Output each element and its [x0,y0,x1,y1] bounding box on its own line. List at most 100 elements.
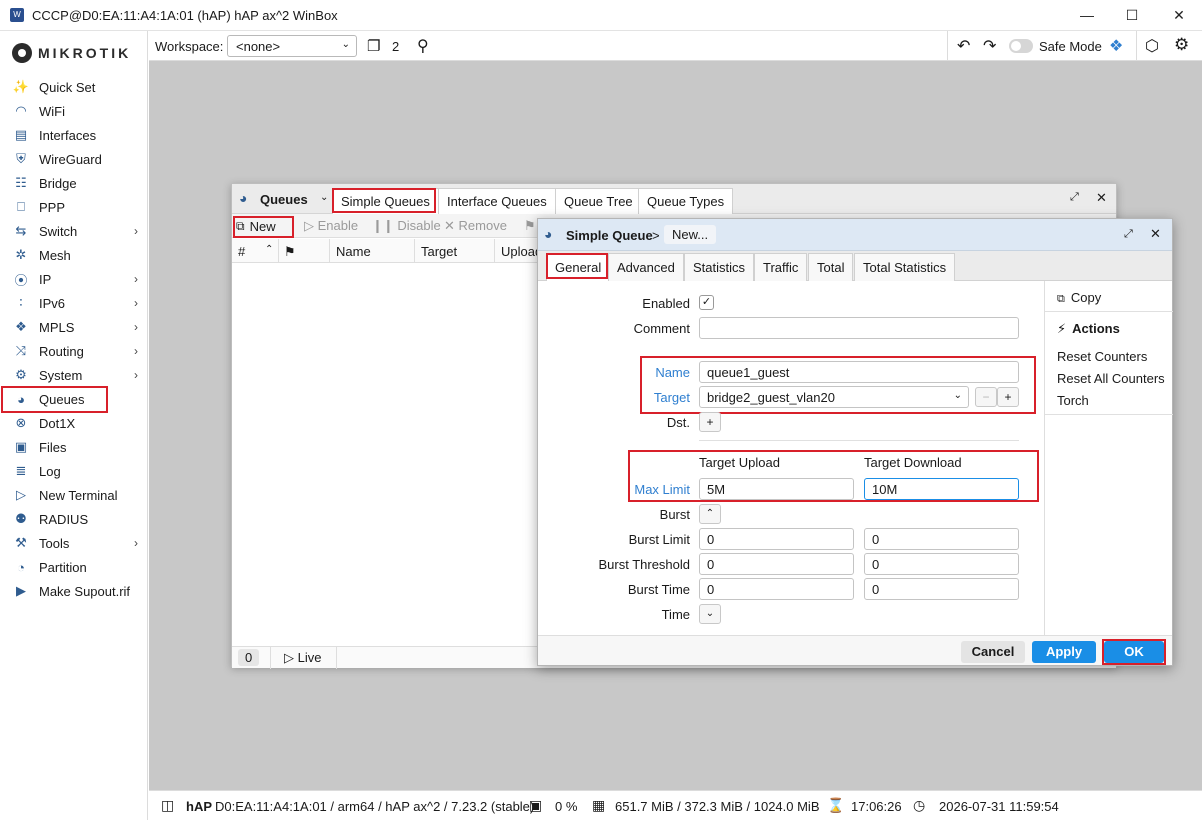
sidebar-item-ipv6[interactable]: ∶ IPv6 › [8,292,146,314]
sidebar-item-make-supout-rif[interactable]: ▶ Make Supout.rif [8,580,146,602]
burst-limit-download-input[interactable]: 0 [864,528,1019,550]
sidebar-item-switch[interactable]: ⇆ Switch › [8,220,146,242]
actions-header-label: Actions [1072,321,1120,336]
window-title: CCCP@D0:EA:11:A4:1A:01 (hAP) hAP ax^2 Wi… [32,8,338,23]
package-icon[interactable]: ⬡ [1145,36,1159,56]
safe-mode-toggle[interactable] [1009,39,1033,53]
burst-collapse-button[interactable]: ⌃ [699,504,721,524]
sidebar-item-ip[interactable]: ⦿ IP › [8,268,146,290]
folder-icon: ▣ [14,439,28,454]
burst-time-upload-input[interactable]: 0 [699,578,854,600]
minimize-button[interactable]: — [1072,5,1102,25]
highlight-name-target [640,356,1036,414]
disable-button[interactable]: ❙❙ Disable [372,218,441,234]
torch-button[interactable]: Torch [1057,393,1089,408]
maximize-button[interactable]: ☐ [1117,5,1147,25]
sidebar-item-system[interactable]: ⚙ System › [8,364,146,386]
live-button[interactable]: ▷ Live [284,650,321,666]
sidebar-item-log[interactable]: ≣ Log [8,460,146,482]
burst-time-download-input[interactable]: 0 [864,578,1019,600]
sidebar-item-label: Routing [39,343,84,359]
ppp-icon: ⎕ [17,199,25,214]
redo-icon[interactable]: ↷ [983,36,996,56]
sidebar-item-routing[interactable]: ⤨ Routing › [8,340,146,362]
sidebar: MIKROTIK ✨ Quick Set ◠ WiFi ▤ Interfaces ⛨ Wire… [0,31,148,820]
workspace-select[interactable]: <none> ⌄ [227,35,357,57]
close-icon[interactable]: ✕ [1096,190,1107,206]
reset-counters-button[interactable]: Reset Counters [1057,349,1147,364]
tab-queue-tree[interactable]: Queue Tree [555,188,642,214]
safe-mode-label: Safe Mode [1039,39,1102,54]
enable-button[interactable]: ▷ Enable [304,218,358,234]
sidebar-item-radius[interactable]: ⚉ RADIUS [8,508,146,530]
chevron-down-icon[interactable]: ⌄ [320,192,328,203]
sidebar-item-label: RADIUS [39,511,89,527]
simple-queue-tabs: General Advanced Statistics Traffic Tota… [538,251,1172,281]
tab-traffic[interactable]: Traffic [754,253,808,281]
reset-all-counters-button[interactable]: Reset All Counters [1057,371,1165,386]
wireguard-icon: ⛨ [16,151,26,166]
settings-gear-icon[interactable]: ⚙ [1174,35,1189,55]
item-count: 0 [238,649,260,666]
close-icon[interactable]: ✕ [1150,226,1161,242]
time-expand-button[interactable]: ⌄ [699,604,721,624]
sidebar-item-ppp[interactable]: ⎕ PPP [8,196,146,218]
enabled-checkbox[interactable]: ✓ [699,295,714,310]
burst-limit-upload-input[interactable]: 0 [699,528,854,550]
sidebar-item-interfaces[interactable]: ▤ Interfaces [8,124,146,146]
highlight-max-limit [628,450,1039,502]
dashboard-icon[interactable]: ❖ [1109,36,1123,56]
burst-threshold-upload-input[interactable]: 0 [699,553,854,575]
restore-icon[interactable]: ⤢ [1070,191,1079,204]
remove-button[interactable]: ✕ Remove [444,218,507,234]
sidebar-item-partition[interactable]: ◔ Partition [8,556,146,578]
chevron-down-icon: ⌄ [341,39,350,50]
column-name[interactable]: Name [336,244,371,259]
cancel-button[interactable]: Cancel [961,641,1025,663]
copy-button[interactable]: ⧉ Copy [1057,290,1101,306]
sidebar-item-label: Tools [39,535,70,551]
sidebar-item-dot1x[interactable]: ⊗ Dot1X [8,412,146,434]
restore-icon[interactable]: ⤢ [1124,228,1133,241]
sidebar-item-label: PPP [39,199,66,215]
tab-statistics[interactable]: Statistics [684,253,755,281]
sidebar-item-files[interactable]: ▣ Files [8,436,146,458]
tab-total-statistics[interactable]: Total Statistics [854,253,956,281]
tab-queue-types[interactable]: Queue Types [638,188,734,214]
sidebar-item-bridge[interactable]: ☷ Bridge [8,172,146,194]
tab-interface-queues[interactable]: Interface Queues [438,188,556,214]
comment-field[interactable] [699,317,1019,339]
sidebar-item-wireguard[interactable]: ⛨ WireGuard [8,148,146,170]
highlight-general-tab [546,253,608,279]
column-number[interactable]: # [238,244,245,259]
comment-icon[interactable]: ⚑ [524,218,536,234]
sidebar-item-quick-set[interactable]: ✨ Quick Set [8,76,146,98]
tab-label: Queue Types [647,194,725,209]
burst-threshold-download-input[interactable]: 0 [864,553,1019,575]
comment-label: Comment [633,321,690,336]
sort-up-icon[interactable]: ⌃ [265,244,273,255]
tab-total[interactable]: Total [808,253,854,281]
sidebar-item-new-terminal[interactable]: ▷ New Terminal [8,484,146,506]
undo-icon[interactable]: ↶ [957,36,970,56]
tab-advanced[interactable]: Advanced [608,253,684,281]
dst-add-button[interactable]: + [699,412,721,432]
windows-icon[interactable]: ❐ [367,37,380,55]
search-icon[interactable]: ⚲ [417,36,429,56]
winbox-app-icon: W [10,8,24,22]
remove-label: Remove [458,218,507,233]
apply-button[interactable]: Apply [1032,641,1096,663]
close-window-button[interactable]: ✕ [1164,5,1194,25]
tab-label: Statistics [693,260,746,275]
column-separator [278,239,279,263]
sidebar-item-wifi[interactable]: ◠ WiFi [8,100,146,122]
column-target[interactable]: Target [421,244,457,259]
time-label: Time [661,607,690,622]
chevron-right-icon: › [134,320,138,334]
flag-icon[interactable]: ⚑ [284,244,296,260]
sidebar-item-mpls[interactable]: ❖ MPLS › [8,316,146,338]
column-separator [329,239,330,263]
sidebar-item-mesh[interactable]: ✲ Mesh [8,244,146,266]
sidebar-item-tools[interactable]: ⚒ Tools › [8,532,146,554]
top-toolbar: Workspace: <none> ⌄ ❐ 2 ⚲ ↶ ↷ Safe Mode … [149,31,1202,61]
